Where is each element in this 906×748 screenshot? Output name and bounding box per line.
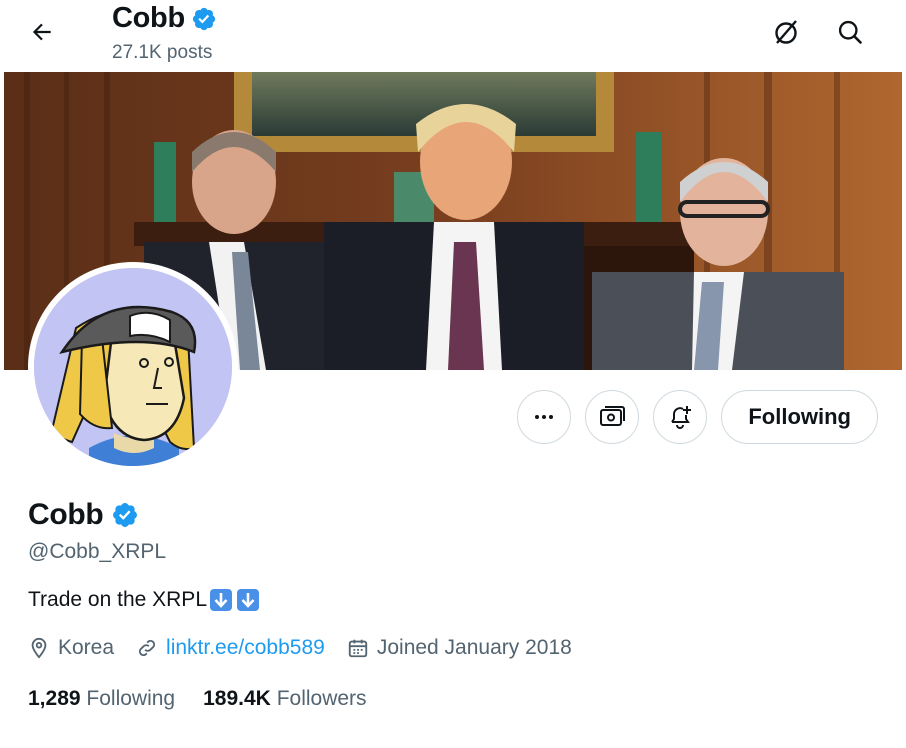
- following-stat[interactable]: 1,289 Following: [28, 687, 175, 711]
- arrow-left-icon: [32, 23, 51, 41]
- profile-meta: Korea linktr.ee/cobb589 Joined January 2…: [28, 636, 594, 660]
- calendar-icon: [348, 639, 368, 658]
- profile-name-row: Cobb: [28, 498, 139, 532]
- money-icon: [600, 406, 626, 426]
- verified-badge-icon: [192, 7, 215, 30]
- header-posts-count: 27.1K posts: [112, 42, 213, 63]
- top-bar: Cobb 27.1K posts: [0, 0, 906, 72]
- profile-bio: Trade on the XRPL: [28, 588, 260, 612]
- location: Korea: [28, 636, 114, 660]
- down-arrow-emoji-icon: [237, 589, 259, 611]
- display-name: Cobb: [28, 498, 104, 531]
- bio-text: Trade on the XRPL: [28, 588, 207, 611]
- joined-date: Joined January 2018: [347, 636, 572, 660]
- back-button[interactable]: [22, 12, 62, 52]
- header-title-row: Cobb: [112, 2, 217, 35]
- grok-button[interactable]: [766, 12, 806, 52]
- profile-stats: 1,289 Following 189.4K Followers: [28, 687, 395, 711]
- followers-count: 189.4K: [203, 687, 271, 710]
- subscribe-button[interactable]: [585, 390, 640, 444]
- search-icon: [838, 20, 862, 44]
- more-dots-icon: [535, 415, 554, 419]
- joined-text: Joined January 2018: [376, 636, 572, 659]
- location-pin-icon: [31, 637, 47, 659]
- avatar-illustration: [34, 268, 232, 466]
- search-button[interactable]: [830, 12, 870, 52]
- header-title: Cobb: [112, 2, 185, 34]
- website[interactable]: linktr.ee/cobb589: [136, 636, 325, 660]
- website-link[interactable]: linktr.ee/cobb589: [166, 636, 325, 660]
- profile-avatar[interactable]: [28, 262, 238, 472]
- more-button[interactable]: [517, 390, 572, 444]
- verified-badge-icon[interactable]: [111, 501, 139, 529]
- followers-stat[interactable]: 189.4K Followers: [203, 687, 366, 711]
- following-count: 1,289: [28, 687, 81, 710]
- following-label: Following: [86, 687, 176, 710]
- followers-label: Followers: [276, 687, 367, 710]
- down-arrow-emoji-icon: [210, 589, 232, 611]
- slash-circle-icon: [775, 20, 797, 44]
- following-button[interactable]: Following: [721, 390, 878, 444]
- profile-handle: @Cobb_XRPL: [28, 540, 167, 563]
- link-icon: [139, 639, 156, 657]
- bell-plus-icon: [671, 406, 692, 429]
- notify-button[interactable]: [653, 390, 708, 444]
- location-text: Korea: [58, 636, 115, 659]
- profile-actions: Following: [517, 390, 878, 444]
